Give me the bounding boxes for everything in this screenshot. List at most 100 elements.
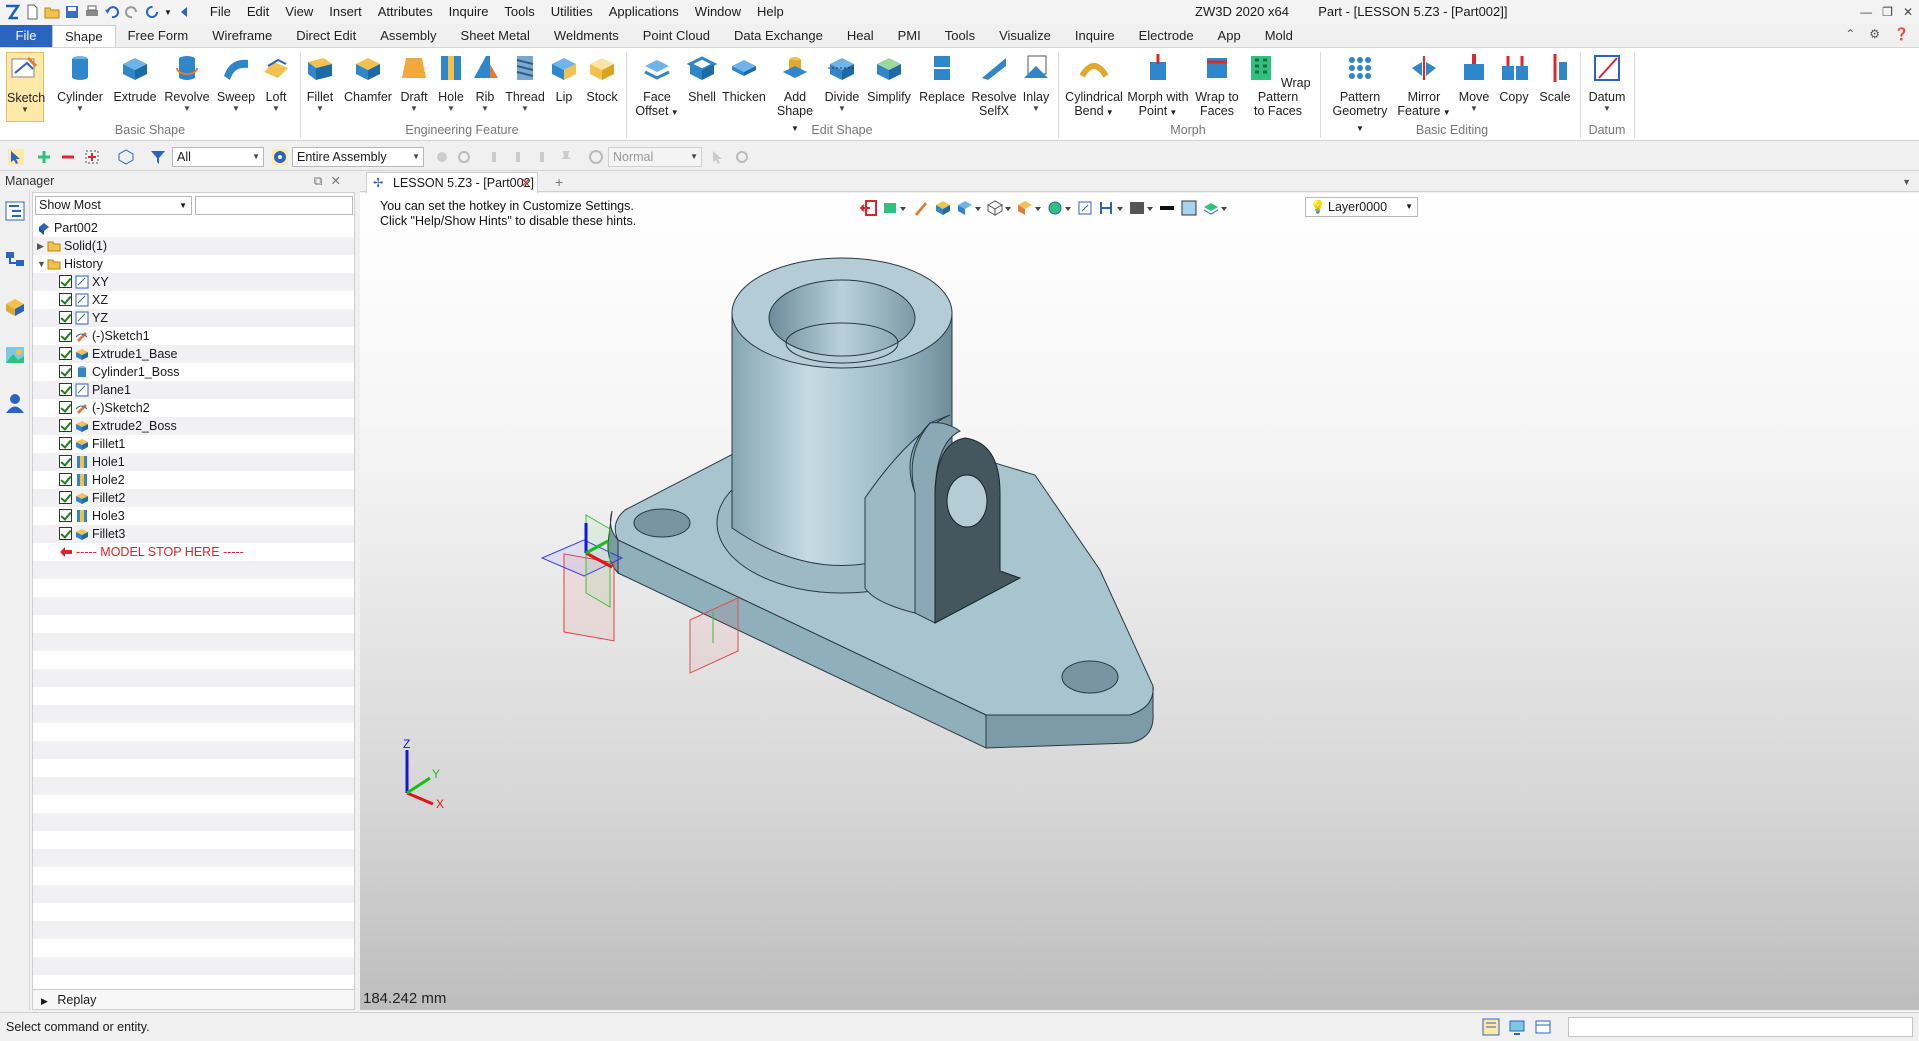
minimize-icon[interactable]: —	[1860, 0, 1872, 24]
section-icon[interactable]	[1098, 199, 1124, 217]
menu-attributes[interactable]: Attributes	[370, 0, 441, 24]
assembly-scope-icon[interactable]	[272, 149, 288, 165]
fillet-button[interactable]: Fillet ▼	[302, 52, 338, 114]
visibility-checkbox[interactable]	[59, 365, 72, 378]
tab-tools[interactable]: Tools	[933, 25, 987, 47]
datum-button[interactable]: Datum ▼	[1586, 52, 1628, 114]
menu-tools[interactable]: Tools	[496, 0, 542, 24]
tab-wireframe[interactable]: Wireframe	[200, 25, 284, 47]
select-options-icon[interactable]	[84, 149, 100, 165]
visibility-checkbox[interactable]	[59, 311, 72, 324]
color-swatch-icon[interactable]	[1180, 199, 1198, 217]
visibility-checkbox[interactable]	[59, 401, 72, 414]
part-library-icon[interactable]	[4, 296, 26, 318]
lip-button[interactable]: Lip	[548, 52, 580, 104]
divide-button[interactable]: Divide ▼	[822, 52, 862, 114]
rib-button[interactable]: Rib ▼	[470, 52, 500, 114]
visibility-checkbox[interactable]	[59, 455, 72, 468]
view-cube-icon[interactable]	[986, 199, 1012, 217]
app-logo-icon[interactable]	[4, 4, 20, 20]
tree-item[interactable]: Extrude1_Base	[33, 345, 354, 363]
tree-item[interactable]: Cylinder1_Boss	[33, 363, 354, 381]
sheet-view-icon[interactable]	[1482, 1018, 1500, 1036]
assembly-manager-icon[interactable]	[4, 248, 26, 270]
new-file-icon[interactable]	[24, 4, 40, 20]
menu-help[interactable]: Help	[749, 0, 792, 24]
close-tab-icon[interactable]: ✕	[521, 173, 531, 193]
thread-button[interactable]: Thread ▼	[504, 52, 546, 114]
wrap-pattern-button[interactable]: Wrap Pattern to Faces	[1242, 52, 1314, 118]
filter-funnel-icon[interactable]	[150, 149, 166, 165]
tab-electrode[interactable]: Electrode	[1127, 25, 1206, 47]
tab-heal[interactable]: Heal	[835, 25, 886, 47]
loft-button[interactable]: Loft ▼	[258, 52, 294, 114]
stock-button[interactable]: Stock	[582, 52, 622, 104]
tree-item[interactable]: Fillet3	[33, 525, 354, 543]
tree-item[interactable]: Hole1	[33, 453, 354, 471]
expand-arrow-icon[interactable]: ▶	[41, 996, 48, 1006]
filter-select[interactable]: All ▼	[172, 147, 264, 167]
tree-item[interactable]: Fillet2	[33, 489, 354, 507]
revolve-button[interactable]: Revolve ▼	[164, 52, 210, 114]
orient-icon[interactable]	[1016, 199, 1042, 217]
copy-button[interactable]: Copy	[1496, 52, 1532, 104]
command-input[interactable]	[1568, 1017, 1913, 1037]
tree-item[interactable]: Extrude2_Boss	[33, 417, 354, 435]
hole-left[interactable]	[633, 508, 691, 538]
tree-item[interactable]: ▶ Solid(1)	[33, 237, 354, 255]
tree-item[interactable]: Hole3	[33, 507, 354, 525]
tree-item[interactable]: YZ	[33, 309, 354, 327]
user-manager-icon[interactable]	[4, 392, 26, 414]
tree-filter-select[interactable]: Show Most ▼	[35, 196, 192, 215]
chamfer-button[interactable]: Chamfer	[344, 52, 392, 104]
print-icon[interactable]	[84, 4, 100, 20]
menu-file[interactable]: File	[202, 0, 239, 24]
redo-icon[interactable]	[124, 4, 140, 20]
visibility-checkbox[interactable]	[59, 329, 72, 342]
visibility-checkbox[interactable]	[59, 275, 72, 288]
thicken-button[interactable]: Thicken	[722, 52, 766, 104]
scope-select[interactable]: Entire Assembly ▼	[292, 147, 424, 167]
visibility-checkbox[interactable]	[59, 347, 72, 360]
expand-arrow-icon[interactable]: ▶	[37, 237, 44, 255]
new-tab-button[interactable]: +	[555, 172, 563, 192]
wrap-to-faces-button[interactable]: Wrap to Faces	[1192, 52, 1242, 118]
mirror-feature-button[interactable]: Mirror Feature ▼	[1396, 52, 1452, 120]
tab-free-form[interactable]: Free Form	[116, 25, 201, 47]
tab-visualize[interactable]: Visualize	[987, 25, 1063, 47]
help-icon[interactable]: ❓	[1894, 27, 1909, 41]
add-icon[interactable]	[36, 149, 52, 165]
open-folder-icon[interactable]	[44, 4, 60, 20]
restore-icon[interactable]: ❐	[1882, 0, 1893, 24]
draft-button[interactable]: Draft ▼	[396, 52, 432, 114]
window-layout-icon[interactable]	[1534, 1018, 1552, 1036]
model-view[interactable]	[360, 193, 1919, 1010]
resolve-selfx-button[interactable]: Resolve SelfX	[970, 52, 1018, 118]
layer-manager-icon[interactable]	[1202, 199, 1228, 217]
tree-search-input[interactable]	[195, 196, 353, 215]
solid-shade-icon[interactable]	[934, 199, 952, 217]
pin-panel-icon[interactable]: ⧉	[314, 174, 331, 188]
visibility-checkbox[interactable]	[59, 473, 72, 486]
undo-icon[interactable]	[104, 4, 120, 20]
sweep-button[interactable]: Sweep ▼	[216, 52, 256, 114]
menu-applications[interactable]: Applications	[601, 0, 687, 24]
close-panel-icon[interactable]: ✕	[331, 174, 349, 188]
tab-weldments[interactable]: Weldments	[542, 25, 631, 47]
tab-direct-edit[interactable]: Direct Edit	[284, 25, 368, 47]
menu-insert[interactable]: Insert	[321, 0, 370, 24]
tab-inquire[interactable]: Inquire	[1063, 25, 1127, 47]
replace-button[interactable]: Replace	[918, 52, 966, 104]
tree-item[interactable]: XY	[33, 273, 354, 291]
graphics-viewport[interactable]: You can set the hotkey in Customize Sett…	[360, 193, 1919, 1010]
tab-mold[interactable]: Mold	[1253, 25, 1305, 47]
filter-pick-icon[interactable]	[882, 199, 908, 217]
monitor-icon[interactable]	[1508, 1018, 1526, 1036]
tree-item[interactable]: Part002	[33, 219, 354, 237]
cylindrical-bend-button[interactable]: Cylindrical Bend ▼	[1062, 52, 1126, 120]
document-tab[interactable]: ✢ LESSON 5.Z3 - [Part002] ✕	[366, 172, 538, 193]
model-stop-row[interactable]: ----- MODEL STOP HERE -----	[33, 543, 354, 561]
pick-filter-icon[interactable]	[8, 149, 24, 165]
background-icon[interactable]	[1128, 199, 1154, 217]
menu-utilities[interactable]: Utilities	[543, 0, 601, 24]
